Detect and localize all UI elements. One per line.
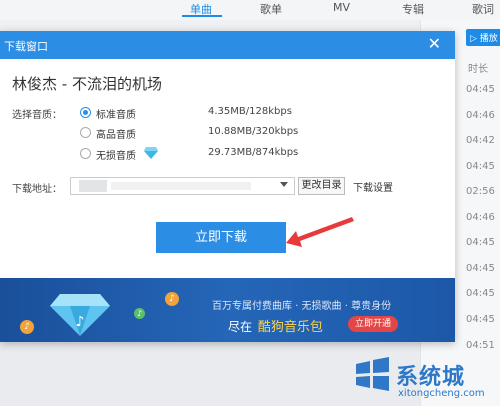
duration-cell: 04:46 — [466, 110, 495, 121]
duration-cell: 04:46 — [466, 212, 495, 223]
annotation-arrow-icon — [286, 217, 354, 247]
promo-prefix: 尽在 — [228, 320, 253, 334]
duration-cell: 04:42 — [466, 135, 495, 146]
diamond-icon — [144, 147, 158, 159]
background-tab-bar: 单曲 歌单 MV 专辑 歌词 — [0, 0, 500, 20]
duration-header: 时长 — [468, 64, 488, 75]
duration-cell: 04:45 — [466, 161, 495, 172]
blurred-path — [79, 180, 107, 192]
radio-standard-quality[interactable] — [80, 107, 91, 118]
close-icon[interactable]: ✕ — [428, 36, 441, 52]
music-note-icon: ♪ — [20, 320, 34, 334]
svg-text:♪: ♪ — [76, 314, 85, 330]
change-directory-button[interactable]: 更改目录 — [298, 177, 345, 195]
music-note-icon: ♪ — [134, 308, 145, 319]
duration-cell: 04:51 — [466, 340, 495, 351]
dialog-title: 下载窗口 — [4, 40, 48, 53]
promo-tagline: 百万专属付费曲库 · 无损歌曲 · 尊贵身份 — [212, 301, 392, 312]
tab-playlist[interactable]: 歌单 — [260, 1, 282, 17]
quality-size-lossless: 29.73MB/874kbps — [208, 147, 299, 158]
duration-cell: 04:45 — [466, 263, 495, 274]
chevron-down-icon[interactable] — [280, 182, 288, 187]
radio-lossless-quality[interactable] — [80, 148, 91, 159]
promo-brand: 酷狗音乐包 — [257, 320, 323, 335]
open-now-button[interactable]: 立即开通 — [348, 316, 399, 332]
active-tab-indicator — [182, 15, 222, 17]
windows-logo-icon — [356, 357, 389, 391]
download-path-label: 下载地址： — [12, 184, 62, 195]
quality-name-high: 高品音质 — [96, 130, 136, 141]
quality-size-high: 10.88MB/320kbps — [208, 126, 299, 137]
download-now-button[interactable]: 立即下载 — [156, 222, 286, 253]
download-path-select[interactable] — [70, 177, 295, 195]
quality-name-lossless: 无损音质 — [96, 151, 136, 162]
duration-cell: 04:45 — [466, 237, 495, 248]
tab-lyrics[interactable]: 歌词 — [472, 1, 494, 17]
tab-album[interactable]: 专辑 — [402, 1, 424, 17]
download-dialog: 下载窗口 ✕ 林俊杰 - 不流泪的机场 选择音质： 标准音质 4.35MB/12… — [0, 31, 455, 342]
promo-banner[interactable]: ♪ ♪ ♪ ♪ 百万专属付费曲库 · 无损歌曲 · 尊贵身份 尽在 酷狗音乐包 … — [0, 278, 455, 342]
duration-cell: 04:45 — [466, 288, 495, 299]
quality-label: 选择音质： — [12, 110, 62, 121]
diamond-icon: ♪ — [50, 294, 110, 336]
song-title: 林俊杰 - 不流泪的机场 — [12, 75, 162, 93]
duration-cell: 04:45 — [466, 84, 495, 95]
dialog-titlebar[interactable]: 下载窗口 ✕ — [0, 31, 455, 59]
quality-name-standard: 标准音质 — [96, 110, 136, 121]
promo-headline: 尽在 酷狗音乐包 — [228, 316, 323, 335]
radio-high-quality[interactable] — [80, 127, 91, 138]
tab-mv[interactable]: MV — [333, 1, 350, 14]
watermark-text: 系统城 — [396, 365, 466, 390]
watermark-url: xitongcheng.com — [398, 388, 485, 399]
download-settings-link[interactable]: 下载设置 — [353, 179, 393, 194]
duration-cell: 02:56 — [466, 186, 495, 197]
play-all-button[interactable]: ▷ 播放 — [466, 29, 500, 46]
quality-size-standard: 4.35MB/128kbps — [208, 106, 292, 117]
duration-cell: 04:45 — [466, 314, 495, 325]
blurred-path — [111, 182, 251, 190]
music-note-icon: ♪ — [165, 292, 179, 306]
